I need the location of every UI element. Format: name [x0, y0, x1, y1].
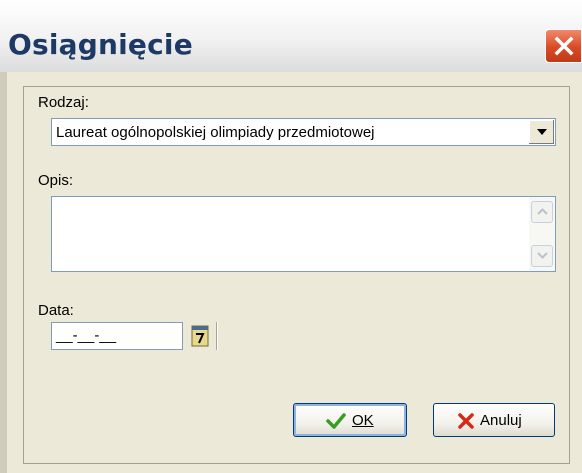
close-icon: [554, 36, 574, 56]
rodzaj-dropdown-button[interactable]: [528, 120, 554, 144]
date-input[interactable]: __-__-__: [51, 322, 183, 350]
ok-button-label: OK: [352, 412, 374, 429]
opis-scrollbar[interactable]: [529, 197, 555, 271]
cancel-button[interactable]: Anuluj: [433, 403, 555, 437]
scroll-up-button[interactable]: [531, 201, 553, 223]
title-bar: Osiągnięcie: [0, 0, 582, 73]
rodzaj-label: Rodzaj:: [38, 94, 89, 111]
rodzaj-selected-value: Laureat ogólnopolskiej olimpiady przedmi…: [56, 124, 375, 141]
date-value: __-__-__: [56, 327, 117, 344]
rodzaj-select[interactable]: Laureat ogólnopolskiej olimpiady przedmi…: [51, 118, 556, 146]
checkmark-icon: [326, 412, 346, 429]
data-label: Data:: [38, 302, 74, 319]
x-icon: [458, 412, 474, 429]
chevron-down-icon: [537, 252, 548, 259]
dialog-left-edge: [0, 72, 7, 473]
calendar-divider: [216, 322, 218, 350]
window-title: Osiągnięcie: [8, 28, 193, 61]
chevron-up-icon: [537, 208, 548, 215]
close-button[interactable]: [545, 29, 582, 63]
opis-label: Opis:: [38, 172, 74, 189]
opis-textarea[interactable]: [51, 196, 556, 272]
calendar-icon: [191, 325, 209, 347]
calendar-button[interactable]: [186, 322, 214, 350]
cancel-button-label: Anuluj: [480, 412, 522, 429]
scroll-down-button[interactable]: [531, 245, 553, 267]
chevron-down-icon: [537, 129, 547, 135]
ok-button[interactable]: OK: [293, 403, 407, 437]
